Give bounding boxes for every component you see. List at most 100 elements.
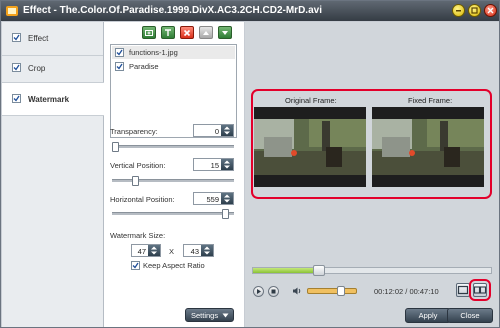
playback-time: 00:12:02 / 00:47:10 [374,287,439,296]
add-image-button[interactable] [142,26,156,39]
vertical-position-stepper[interactable] [221,159,233,170]
single-view-icon [457,285,469,295]
tab-effect[interactable]: Effect [2,22,103,56]
single-view-button[interactable] [456,283,470,297]
keep-aspect-ratio-label: Keep Aspect Ratio [143,261,205,270]
slider-thumb[interactable] [132,176,139,186]
keep-aspect-ratio-checkbox[interactable] [131,261,140,270]
checkmark-icon [116,49,123,56]
watermark-item-checkbox[interactable] [115,62,124,71]
watermark-item-label: Paradise [129,62,159,71]
progress-thumb[interactable] [313,265,325,276]
horizontal-position-slider[interactable] [112,209,234,219]
play-button[interactable] [253,286,264,297]
maximize-button[interactable] [468,4,481,17]
move-up-button[interactable] [199,26,213,39]
add-image-icon [145,30,153,36]
watermark-width-stepper[interactable] [148,245,160,256]
checkmark-icon [132,262,139,269]
watermark-height-spinbox[interactable]: 43 [183,244,214,257]
effect-tabs: Effect Crop Watermark [2,22,105,327]
compare-view-highlight [469,279,491,301]
fixed-frame-preview [372,107,484,187]
tab-crop-label: Crop [28,64,46,73]
slider-thumb[interactable] [112,142,119,152]
video-frame-image [254,107,366,187]
horizontal-position-stepper[interactable] [221,193,233,204]
add-text-icon [165,29,171,36]
watermark-panel: functions-1.jpg Paradise Transparency: 0… [104,22,244,327]
minimize-button[interactable] [452,4,465,17]
size-separator: X [169,247,175,256]
transparency-spinbox[interactable]: 0 [193,124,234,137]
transparency-label: Transparency: [110,127,158,136]
checkmark-icon [13,95,20,102]
horizontal-position-spinbox[interactable]: 559 [193,192,234,205]
add-text-button[interactable] [161,26,175,39]
volume-thumb[interactable] [337,286,345,296]
watermark-height-stepper[interactable] [201,245,213,256]
watermark-width-value: 47 [137,247,146,256]
spin-up-icon [224,160,230,164]
tab-watermark-checkbox[interactable] [12,94,21,103]
watermark-item-checkbox[interactable] [115,48,124,57]
stop-button[interactable] [268,286,279,297]
list-item[interactable]: functions-1.jpg [112,46,235,59]
move-down-icon [222,31,228,35]
tab-effect-label: Effect [28,34,49,43]
progress-fill [253,268,313,273]
settings-label: Settings [191,311,219,320]
watermark-item-label: functions-1.jpg [129,48,178,57]
tab-watermark[interactable]: Watermark [2,82,105,116]
settings-button[interactable]: Settings [185,308,234,322]
close-window-button[interactable] [484,4,497,17]
close-button[interactable]: Close [447,308,493,323]
tab-crop[interactable]: Crop [2,52,103,86]
transparency-value: 0 [214,127,219,136]
fixed-frame-label: Fixed Frame: [408,96,453,105]
spin-down-icon [151,251,157,255]
tab-crop-checkbox[interactable] [12,63,21,72]
tab-watermark-label: Watermark [28,95,70,104]
original-frame-label: Original Frame: [285,96,337,105]
spin-down-icon [204,251,210,255]
minimize-icon [456,10,461,12]
delete-watermark-button[interactable] [180,26,194,39]
spin-down-icon [224,199,230,203]
title-bar[interactable]: Effect - The.Color.Of.Paradise.1999.DivX… [1,1,499,21]
apply-button[interactable]: Apply [405,308,451,323]
vertical-position-slider[interactable] [112,176,234,186]
horizontal-position-label: Horizontal Position: [110,195,175,204]
volume-slider[interactable] [307,286,357,296]
slider-thumb[interactable] [222,209,229,219]
checkmark-icon [116,63,123,70]
app-icon [6,6,18,16]
transparency-stepper[interactable] [221,125,233,136]
original-frame-preview [254,107,366,187]
watermark-width-spinbox[interactable]: 47 [131,244,161,257]
stop-icon [271,289,276,294]
play-icon [257,289,261,294]
playback-progress-bar[interactable] [252,265,492,276]
close-icon [487,7,494,14]
volume-icon[interactable] [292,286,302,296]
move-up-icon [203,31,209,35]
move-down-button[interactable] [218,26,232,39]
video-frame-image [372,107,484,187]
tab-effect-checkbox[interactable] [12,33,21,42]
spin-up-icon [151,246,157,250]
spin-up-icon [224,194,230,198]
chevron-down-icon [222,313,229,318]
effect-dialog: Effect - The.Color.Of.Paradise.1999.DivX… [0,0,500,328]
checkmark-icon [13,64,20,71]
spin-up-icon [204,246,210,250]
transparency-slider[interactable] [112,142,234,152]
spin-up-icon [224,126,230,130]
window-title: Effect - The.Color.Of.Paradise.1999.DivX… [23,5,322,16]
watermark-size-label: Watermark Size: [110,231,166,240]
watermark-height-value: 43 [190,247,199,256]
maximize-icon [471,7,478,14]
horizontal-position-value: 559 [206,195,219,204]
list-item[interactable]: Paradise [112,60,235,73]
vertical-position-spinbox[interactable]: 15 [193,158,234,171]
